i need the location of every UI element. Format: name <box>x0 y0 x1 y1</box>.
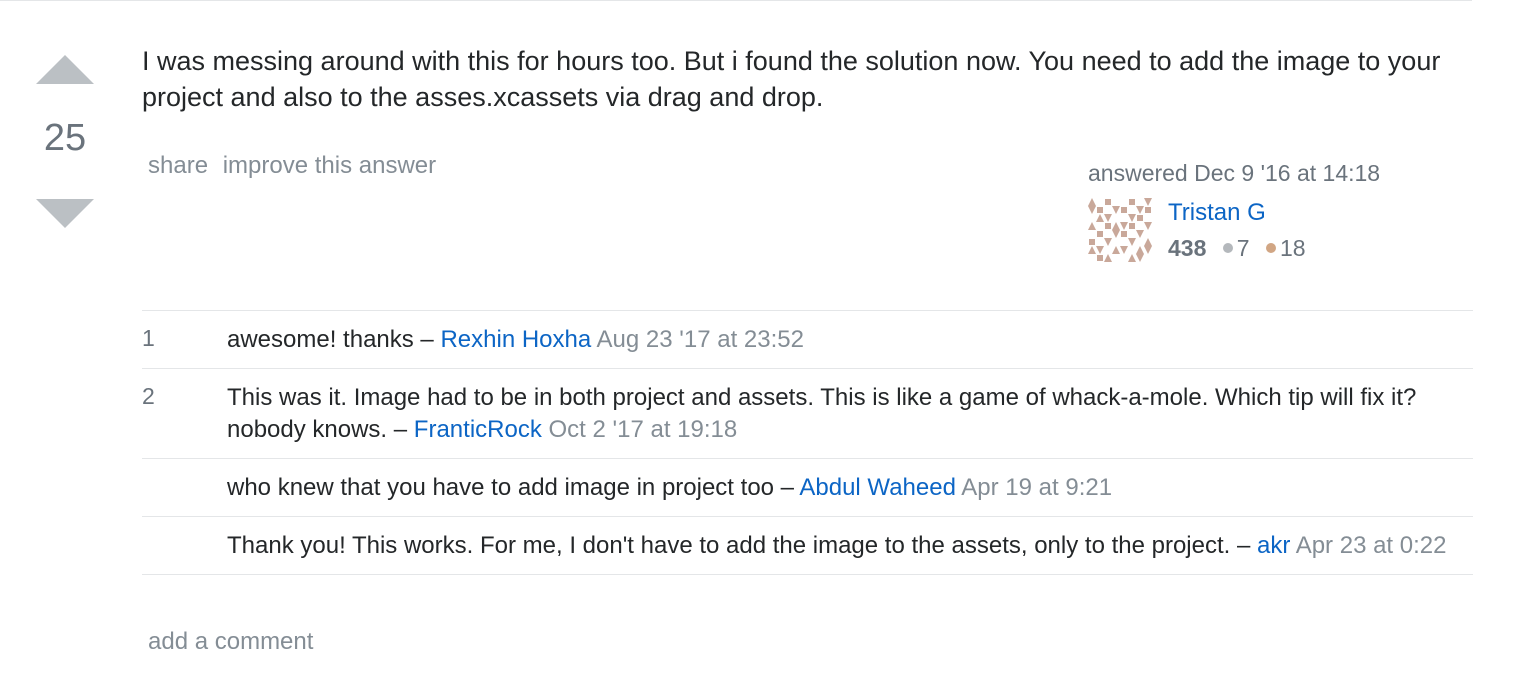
comment-user-link[interactable]: FranticRock <box>414 416 542 443</box>
user-name-link[interactable]: Tristan G <box>1168 199 1266 227</box>
comment-date[interactable]: Apr 23 at 0:22 <box>1296 532 1447 559</box>
user-avatar[interactable] <box>1088 198 1152 262</box>
comments-list: 1 awesome! thanks – Rexhin Hoxha Aug 23 … <box>142 310 1473 575</box>
comment-body: who knew that you have to add image in p… <box>227 459 1467 516</box>
avatar-pattern-shape <box>1129 223 1135 229</box>
comment-separator: – <box>413 326 441 353</box>
comment-item: 2 This was it. Image had to be in both p… <box>142 369 1473 459</box>
comment-text: who knew that you have to add image in p… <box>227 474 775 501</box>
share-link[interactable]: share <box>148 152 208 179</box>
answered-time: answered Dec 9 '16 at 14:18 <box>1088 160 1381 186</box>
bronze-badge-icon <box>1265 243 1276 254</box>
comment-item: Thank you! This works. For me, I don't h… <box>142 517 1473 575</box>
comment-text: awesome! thanks <box>227 326 414 353</box>
user-stats: 438 7 18 <box>1168 235 1306 262</box>
bronze-badge-count: 18 <box>1279 235 1306 261</box>
comment-item: who knew that you have to add image in p… <box>142 459 1473 517</box>
avatar-pattern-shape <box>1129 199 1135 205</box>
comment-item: 1 awesome! thanks – Rexhin Hoxha Aug 23 … <box>142 311 1473 369</box>
comment-date[interactable]: Aug 23 '17 at 23:52 <box>597 326 804 353</box>
reputation-score: 438 <box>1168 235 1207 261</box>
comment-score: 2 <box>142 383 155 409</box>
avatar-pattern-shape <box>1105 223 1111 229</box>
top-divider <box>0 0 1472 1</box>
avatar-pattern-shape <box>1089 239 1095 245</box>
comment-text: Thank you! This works. For me, I don't h… <box>227 532 1231 559</box>
comment-separator: – <box>387 416 414 443</box>
improve-answer-link[interactable]: improve this answer <box>223 152 436 179</box>
avatar-pattern-shape <box>1145 207 1151 213</box>
comment-body: This was it. Image had to be in both pro… <box>227 369 1467 458</box>
comment-user-link[interactable]: Abdul Waheed <box>799 474 956 501</box>
comment-separator: – <box>774 474 800 501</box>
comment-date[interactable]: Oct 2 '17 at 19:18 <box>549 416 738 443</box>
avatar-pattern-shape <box>1097 207 1103 213</box>
comment-date[interactable]: Apr 19 at 9:21 <box>961 474 1112 501</box>
post-menu: share improve this answer <box>148 152 444 180</box>
answer-body: I was messing around with this for hours… <box>142 46 1441 112</box>
comment-score: 1 <box>142 325 155 351</box>
comment-user-link[interactable]: Rexhin Hoxha <box>440 326 591 353</box>
silver-badge-count: 7 <box>1236 235 1250 261</box>
comment-separator: – <box>1230 532 1258 559</box>
avatar-pattern-shape <box>1137 215 1143 221</box>
upvote-arrow-icon[interactable] <box>36 55 94 84</box>
comment-user-link[interactable]: akr <box>1257 532 1290 559</box>
avatar-pattern-shape <box>1097 231 1103 237</box>
avatar-pattern-shape <box>1097 255 1103 261</box>
silver-badge-icon <box>1222 243 1233 254</box>
add-comment-link[interactable]: add a comment <box>148 628 313 656</box>
comment-body: Thank you! This works. For me, I don't h… <box>227 517 1467 574</box>
avatar-pattern-shape <box>1121 207 1127 213</box>
downvote-arrow-icon[interactable] <box>36 199 94 228</box>
comment-body: awesome! thanks – Rexhin Hoxha Aug 23 '1… <box>227 311 1467 368</box>
vote-count: 25 <box>43 117 87 159</box>
avatar-pattern-shape <box>1105 199 1111 205</box>
avatar-pattern-shape <box>1121 231 1127 237</box>
